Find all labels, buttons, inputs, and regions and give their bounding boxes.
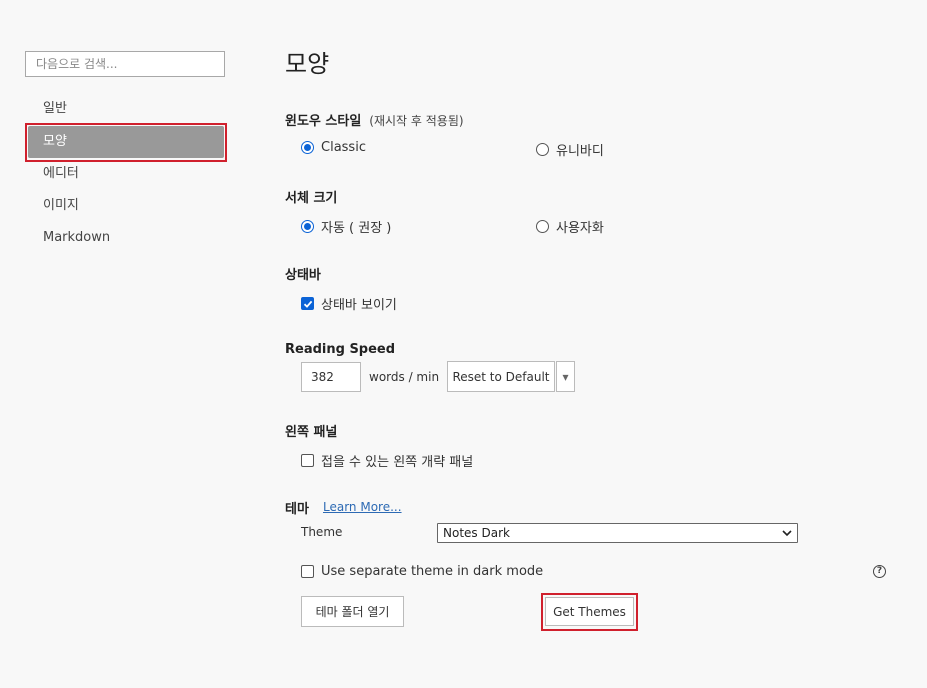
check-icon bbox=[303, 300, 312, 308]
dark-mode-theme-label: Use separate theme in dark mode bbox=[321, 564, 544, 579]
radio-dot bbox=[536, 220, 549, 233]
radio-auto[interactable]: 자동 ( 권장 ) bbox=[301, 217, 391, 236]
theme-select-value: Notes Dark bbox=[443, 526, 510, 540]
reading-speed-input[interactable]: 382 bbox=[301, 362, 361, 392]
checkbox-box bbox=[301, 565, 314, 578]
theme-select-label: Theme bbox=[301, 525, 343, 539]
open-theme-folder-button[interactable]: 테마 폴더 열기 bbox=[301, 596, 404, 627]
window-style-note: (재시작 후 적용됨) bbox=[369, 114, 464, 128]
window-style-heading: 윈도우 스타일 (재시작 후 적용됨) bbox=[285, 110, 464, 129]
left-panel-checkbox-label: 접을 수 있는 왼쪽 개략 패널 bbox=[321, 455, 474, 470]
font-size-heading: 서체 크기 bbox=[285, 191, 338, 206]
reset-dropdown-button[interactable]: ▾ bbox=[556, 361, 575, 392]
page-title: 모양 bbox=[285, 50, 330, 78]
reset-to-default-button[interactable]: Reset to Default bbox=[447, 361, 555, 392]
radio-dot bbox=[301, 141, 314, 154]
reading-speed-unit: words / min bbox=[369, 370, 440, 384]
status-bar-checkbox-label: 상태바 보이기 bbox=[321, 298, 397, 313]
radio-auto-label: 자동 ( 권장 ) bbox=[321, 221, 392, 236]
sidebar-item-editor[interactable]: 에디터 bbox=[28, 158, 224, 190]
radio-dot bbox=[536, 143, 549, 156]
checkbox-box bbox=[301, 297, 314, 310]
sidebar-item-appearance[interactable]: 모양 bbox=[28, 126, 224, 158]
theme-heading: 테마 bbox=[285, 502, 309, 517]
status-bar-heading: 상태바 bbox=[285, 268, 321, 283]
radio-dot bbox=[301, 220, 314, 233]
sidebar-item-image[interactable]: 이미지 bbox=[28, 190, 224, 222]
radio-custom-label: 사용자화 bbox=[556, 221, 604, 236]
checkbox-box bbox=[301, 454, 314, 467]
theme-select[interactable]: Notes Dark bbox=[437, 523, 798, 543]
left-panel-checkbox[interactable]: 접을 수 있는 왼쪽 개략 패널 bbox=[301, 451, 473, 470]
sidebar-item-general[interactable]: 일반 bbox=[28, 93, 224, 125]
radio-custom[interactable]: 사용자화 bbox=[536, 217, 604, 236]
get-themes-button[interactable]: Get Themes bbox=[545, 597, 634, 626]
reading-speed-heading: Reading Speed bbox=[285, 342, 396, 357]
radio-unibody[interactable]: 유니바디 bbox=[536, 140, 604, 159]
radio-classic-label: Classic bbox=[321, 140, 366, 155]
left-panel-heading: 왼쪽 패널 bbox=[285, 425, 338, 440]
window-style-label: 윈도우 스타일 bbox=[285, 114, 362, 129]
search-input[interactable] bbox=[25, 51, 225, 77]
chevron-down-icon bbox=[782, 530, 792, 537]
sidebar-item-markdown[interactable]: Markdown bbox=[28, 222, 224, 254]
help-icon[interactable]: ? bbox=[873, 565, 886, 578]
status-bar-checkbox[interactable]: 상태바 보이기 bbox=[301, 294, 397, 313]
radio-classic[interactable]: Classic bbox=[301, 140, 366, 155]
learn-more-link[interactable]: Learn More... bbox=[323, 500, 402, 514]
chevron-down-icon: ▾ bbox=[562, 369, 569, 384]
radio-unibody-label: 유니바디 bbox=[556, 144, 604, 159]
dark-mode-theme-checkbox[interactable]: Use separate theme in dark mode bbox=[301, 564, 543, 579]
